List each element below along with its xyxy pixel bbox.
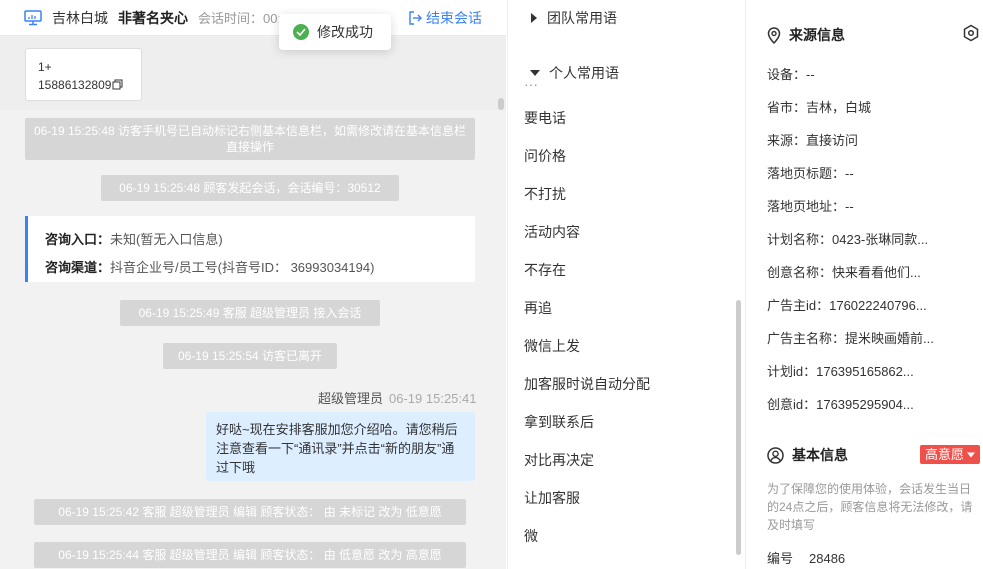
personal-phrase-list[interactable]: ··· 要电话 问价格 不打扰 活动内容 不存在 再追 微信上发 加客服时说自动… <box>508 84 734 569</box>
source-info-header: 来源信息 <box>767 25 845 45</box>
phrase-item[interactable]: 要电话 <box>524 108 566 128</box>
phrase-item[interactable]: 微 <box>524 526 538 546</box>
visitor-id-value: 28486 <box>809 551 846 566</box>
advertiser-name: 广告主名称：提米映画婚前... <box>767 331 934 346</box>
visitor-region: 吉林白城 <box>52 9 108 26</box>
monitor-icon <box>24 9 42 26</box>
landing-page-url: 落地页地址：-- <box>767 199 854 214</box>
group-team-label: 团队常用语 <box>547 10 617 26</box>
user-circle-icon <box>767 446 784 464</box>
source-province-city: 省市：吉林，白城 <box>767 100 872 115</box>
success-toast: 修改成功 <box>279 14 391 50</box>
chat-scrollbar-thumb[interactable] <box>498 98 504 110</box>
toast-message: 修改成功 <box>317 24 373 40</box>
advertiser-id: 广告主id：176022240796... <box>767 298 927 313</box>
entry-info-card: 咨询入口：未知(暂无入口信息) 咨询渠道：抖音企业号/员工号(抖音号ID： 36… <box>25 216 475 282</box>
phrase-item[interactable]: ··· <box>524 84 538 92</box>
phone-number: 15886132809 <box>38 78 112 92</box>
phrase-item[interactable]: 拿到联系后 <box>524 412 594 432</box>
intent-status-label: 高意愿 <box>925 447 965 462</box>
end-session-label: 结束会话 <box>426 10 482 26</box>
edit-notice: 为了保障您的使用体验，会话发生当日的24点之后，顾客信息将无法修改，请及时填写 <box>767 482 973 532</box>
channel-value: 抖音企业号/员工号(抖音号ID： 36993034194) <box>110 260 375 275</box>
creative-name: 创意名称：快来看看他们... <box>767 265 921 280</box>
phrase-item[interactable]: 活动内容 <box>524 222 580 242</box>
visitor-id-label: 编号 <box>767 551 794 566</box>
agent-sender: 超级管理员 <box>318 391 384 406</box>
intent-status-dropdown[interactable]: 高意愿 <box>920 445 981 464</box>
group-personal-phrases[interactable]: 个人常用语 <box>530 62 730 84</box>
agent-message-bubble: 好哒~现在安排客服加您介绍哈。请您稍后注意查看一下“通讯录”并点击“新的朋友”通… <box>206 412 475 481</box>
phrase-item[interactable]: 加客服时说自动分配 <box>524 374 650 394</box>
chat-panel: 吉林白城 非著名夹心 会话时间：00:00:48 结束会话 修改成功 1+ 15… <box>0 0 506 569</box>
phrase-scrollbar[interactable] <box>736 300 741 555</box>
logout-icon <box>409 11 422 25</box>
phone-card[interactable]: 1+ 15886132809 <box>25 48 142 101</box>
check-circle-icon <box>293 24 309 40</box>
caret-down-icon <box>967 452 976 458</box>
common-phrases-panel: 团队常用语 ··· 要电话 问价格 不打扰 活动内容 不存在 再追 微信上发 加… <box>507 0 746 569</box>
creative-id: 创意id：176395295904... <box>767 397 914 412</box>
group-personal-label: 个人常用语 <box>549 65 619 81</box>
plan-name: 计划名称：0423-张琳同款... <box>767 232 929 247</box>
agent-message-meta: 超级管理员 06-19 15:25:41 <box>318 388 476 407</box>
plan-id: 计划id：176395165862... <box>767 364 914 379</box>
entry-value: 未知(暂无入口信息) <box>110 232 223 247</box>
caret-down-icon <box>530 69 540 77</box>
location-pin-icon <box>767 26 781 44</box>
basic-info-title: 基本信息 <box>792 447 848 463</box>
agent-message-time: 06-19 15:25:41 <box>389 391 477 406</box>
basic-info-header: 基本信息 <box>767 445 848 465</box>
chat-scrollbar[interactable] <box>496 98 506 569</box>
settings-icon[interactable] <box>962 24 980 42</box>
system-message: 06-19 15:25:48 访客手机号已自动标记右侧基本信息栏，如需修改请在基… <box>25 118 475 160</box>
visitor-info-panel: 来源信息 设备：-- 省市：吉林，白城 来源：直接访问 落地页标题：-- 落地页… <box>747 0 983 569</box>
system-message: 06-19 15:25:54 访客已离开 <box>163 343 337 369</box>
phrase-item[interactable]: 对比再决定 <box>524 450 594 470</box>
system-message: 06-19 15:25:48 顾客发起会话，会话编号：30512 <box>101 175 399 201</box>
copy-icon[interactable] <box>112 77 123 95</box>
chat-header: 吉林白城 非著名夹心 会话时间：00:00:48 结束会话 <box>0 0 506 36</box>
visitor-id-row: 编号 28486 <box>767 548 845 567</box>
system-message: 06-19 15:25:49 客服 超级管理员 接入会话 <box>120 300 380 326</box>
phrase-item[interactable]: 不存在 <box>524 260 566 280</box>
phrase-item[interactable]: 微信上发 <box>524 336 580 356</box>
system-message: 06-19 15:25:42 客服 超级管理员 编辑 顾客状态： 由 未标记 改… <box>34 499 466 525</box>
landing-page-title: 落地页标题：-- <box>767 166 854 181</box>
caret-right-icon <box>530 13 538 23</box>
phrase-item[interactable]: 问价格 <box>524 146 566 166</box>
phone-area: 1+ 15886132809 <box>0 37 506 110</box>
channel-label: 咨询渠道： <box>45 260 111 275</box>
source-device: 设备：-- <box>767 67 815 82</box>
phrase-item[interactable]: 再追 <box>524 298 552 318</box>
system-message: 06-19 15:25:44 客服 超级管理员 编辑 顾客状态： 由 低意愿 改… <box>34 542 466 568</box>
visitor-name: 非著名夹心 <box>118 9 188 26</box>
phrase-item[interactable]: 不打扰 <box>524 184 566 204</box>
phone-country-code: 1+ <box>38 60 52 74</box>
source-channel: 来源：直接访问 <box>767 133 859 148</box>
entry-label: 咨询入口： <box>45 232 111 247</box>
end-session-button[interactable]: 结束会话 <box>408 0 482 36</box>
group-team-phrases[interactable]: 团队常用语 <box>530 8 617 28</box>
source-info-title: 来源信息 <box>789 27 845 43</box>
phrase-item[interactable]: 让加客服 <box>524 488 580 508</box>
